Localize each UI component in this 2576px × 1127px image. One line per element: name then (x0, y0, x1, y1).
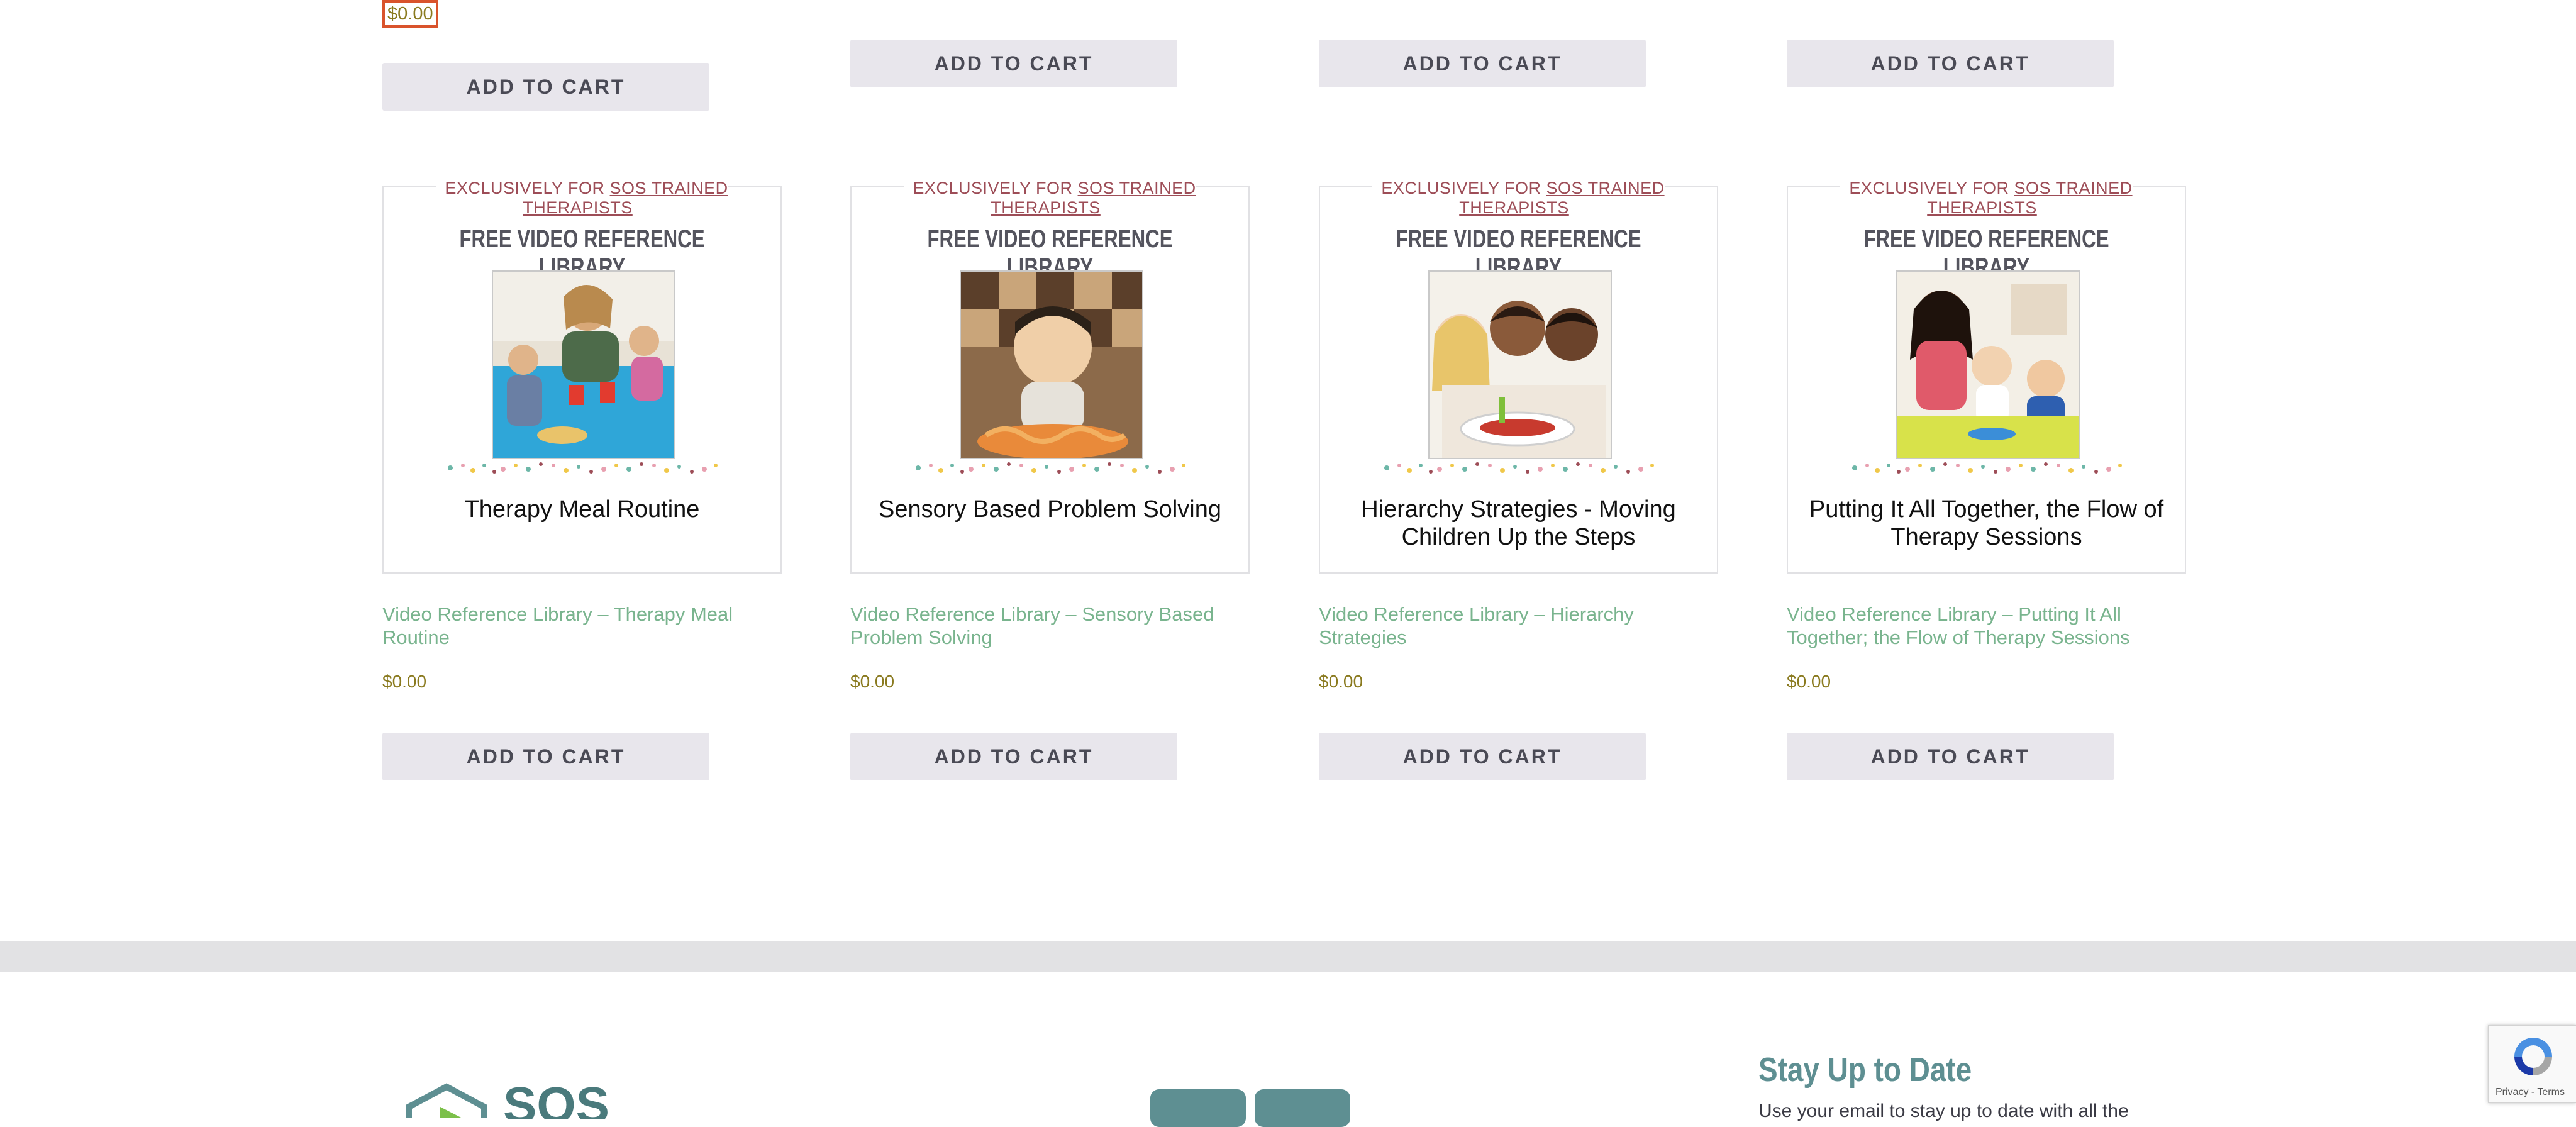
product-title-link[interactable]: Video Reference Library – Sensory Based … (850, 602, 1253, 649)
social-button[interactable] (1150, 1089, 1246, 1127)
exclusive-label: EXCLUSIVELY FOR SOS TRAINED THERAPISTS (852, 179, 1248, 218)
newsletter-text: Use your email to stay up to date with a… (1758, 1101, 2129, 1121)
product-photo (1896, 270, 2080, 459)
product-image-card[interactable]: EXCLUSIVELY FOR SOS TRAINED THERAPISTS F… (382, 179, 782, 574)
product-price: $0.00 (850, 672, 895, 691)
product-image-card[interactable]: EXCLUSIVELY FOR SOS TRAINED THERAPISTS F… (1319, 179, 1718, 574)
product-photo (960, 270, 1143, 459)
add-to-cart-button[interactable]: ADD TO CART (382, 733, 709, 780)
product-photo (1428, 270, 1612, 459)
add-to-cart-button[interactable]: ADD TO CART (850, 40, 1177, 87)
session-title: Therapy Meal Routine (464, 496, 700, 523)
social-button[interactable] (1255, 1089, 1350, 1127)
confetti-dots (1852, 462, 2122, 474)
price-highlighted: $0.00 (382, 0, 438, 28)
product-image-card[interactable]: EXCLUSIVELY FOR SOS TRAINED THERAPISTS F… (850, 179, 1250, 574)
product-title-link[interactable]: Video Reference Library – Putting It All… (1787, 602, 2189, 649)
confetti-dots (916, 462, 1185, 474)
add-to-cart-button[interactable]: ADD TO CART (1787, 733, 2114, 780)
recaptcha-icon (2514, 1038, 2552, 1075)
svg-text:SOS: SOS (503, 1082, 609, 1119)
product-title-link[interactable]: Video Reference Library – Therapy Meal R… (382, 602, 785, 649)
session-title: Hierarchy Strategies - Moving Children U… (1361, 496, 1676, 550)
product-photo (492, 270, 675, 459)
newsletter-title: Stay Up to Date (1758, 1051, 1972, 1089)
add-to-cart-button[interactable]: ADD TO CART (1319, 733, 1646, 780)
product-price: $0.00 (1319, 672, 1363, 691)
add-to-cart-button[interactable]: ADD TO CART (1787, 40, 2114, 87)
confetti-dots (448, 462, 718, 474)
session-title: Sensory Based Problem Solving (879, 496, 1221, 523)
exclusive-label: EXCLUSIVELY FOR SOS TRAINED THERAPISTS (1320, 179, 1717, 218)
product-title-link[interactable]: Video Reference Library – Hierarchy Stra… (1319, 602, 1721, 649)
product-image-card[interactable]: EXCLUSIVELY FOR SOS TRAINED THERAPISTS F… (1787, 179, 2186, 574)
recaptcha-badge[interactable]: Privacy - Terms (2488, 1025, 2576, 1103)
add-to-cart-button[interactable]: ADD TO CART (1319, 40, 1646, 87)
recaptcha-terms[interactable]: Privacy - Terms (2496, 1087, 2565, 1098)
confetti-dots (1384, 462, 1654, 474)
session-title: Putting It All Together, the Flow of The… (1809, 496, 2164, 550)
product-price: $0.00 (1787, 672, 1831, 691)
sos-logo[interactable]: SOS (402, 1077, 679, 1127)
exclusive-label: EXCLUSIVELY FOR SOS TRAINED THERAPISTS (1788, 179, 2185, 218)
add-to-cart-button[interactable]: ADD TO CART (850, 733, 1177, 780)
footer-divider-bar (0, 941, 2576, 972)
add-to-cart-button[interactable]: ADD TO CART (382, 63, 709, 111)
product-price: $0.00 (382, 672, 427, 691)
exclusive-label: EXCLUSIVELY FOR SOS TRAINED THERAPISTS (384, 179, 780, 218)
